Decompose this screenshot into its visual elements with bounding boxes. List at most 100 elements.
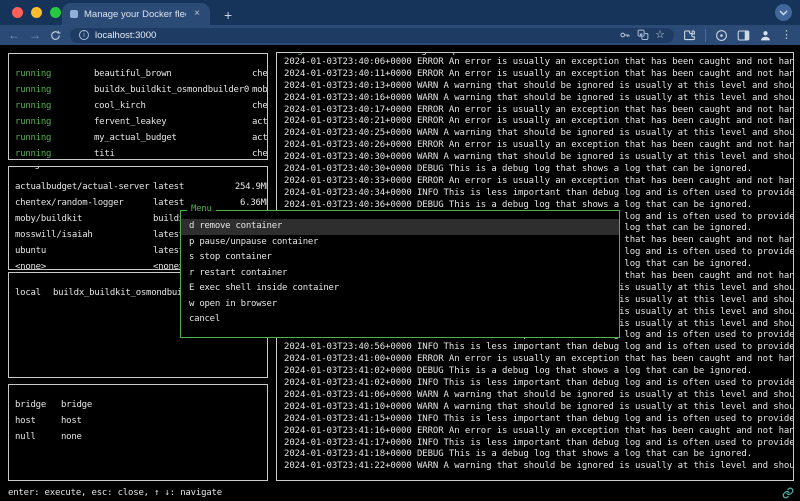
log-line: 2024-01-03T23:41:00+0000 ERROR An error … [284, 354, 793, 366]
log-line: 2024-01-03T23:40:11+0000 ERROR An error … [284, 69, 793, 81]
network-name: null [15, 432, 61, 442]
networks-panel: Networks bridgebridgehosthostnullnone [8, 384, 268, 481]
tab-config[interactable]: Config [396, 52, 427, 56]
log-line: 2024-01-03T23:40:26+0000 ERROR An error … [284, 140, 793, 152]
log-line: 2024-01-03T23:41:15+0000 INFO This is le… [284, 414, 793, 426]
image-row[interactable]: actualbudget/actual-serverlatest254.9MB [9, 179, 267, 195]
browser-menu-icon[interactable]: ⋮ [781, 30, 792, 41]
toolbar-divider [705, 29, 706, 42]
container-row[interactable]: runningbeautiful_brownchentex/random-log… [9, 66, 267, 82]
network-row[interactable]: bridgebridge [9, 397, 267, 413]
log-line: 2024-01-03T23:40:25+0000 WARN A warning … [284, 128, 793, 140]
bookmark-star-icon[interactable]: ☆ [655, 30, 665, 41]
tab-strip: Manage your Docker fleet wi × + [0, 0, 800, 25]
volumes-panel-title: Volumes [15, 272, 59, 276]
container-image: chentex/random-logger [252, 69, 267, 79]
container-image: moby/buildkit [252, 85, 267, 95]
extension-badge-icon[interactable] [715, 29, 728, 42]
tab-close-icon[interactable]: × [192, 8, 202, 20]
url-text[interactable]: localhost:3000 [95, 30, 156, 41]
menu-item-pause/unpause[interactable]: p pause/unpause container [181, 235, 619, 251]
container-name: titi [94, 149, 252, 159]
container-status: running [15, 133, 94, 143]
menu-item-remove[interactable]: d remove container [181, 219, 619, 235]
tab-search-button[interactable] [775, 4, 792, 21]
log-line: 2024-01-03T23:40:30+0000 WARN A warning … [284, 152, 793, 164]
log-line: 2024-01-03T23:41:16+0000 ERROR An error … [284, 426, 793, 438]
tab-logs[interactable]: Logs [287, 52, 308, 56]
networks-rows: bridgebridgehosthostnullnone [9, 385, 267, 445]
tab-env[interactable]: Env [365, 52, 381, 56]
log-line: 2024-01-03T23:41:10+0000 WARN A warning … [284, 402, 793, 414]
container-row[interactable]: runningtitichentex/random-logger [9, 146, 267, 160]
network-row[interactable]: hosthost [9, 413, 267, 429]
image-name: ubuntu [15, 246, 153, 256]
network-name: bridge [15, 400, 61, 410]
site-info-icon[interactable]: i [79, 30, 89, 40]
browser-tab[interactable]: Manage your Docker fleet wi × [62, 3, 210, 25]
profile-avatar-icon[interactable] [759, 29, 772, 42]
container-image: actualbudget/actual-server [252, 133, 267, 143]
tab-favicon-icon [70, 10, 78, 18]
log-line: 2024-01-03T23:40:56+0000 INFO This is le… [284, 342, 793, 354]
log-line: 2024-01-03T23:40:30+0000 DEBUG This is a… [284, 164, 793, 176]
reload-button[interactable] [50, 30, 61, 41]
minimize-window-button[interactable] [31, 7, 42, 18]
container-row[interactable]: runningbuildx_buildkit_osmondbuilder0mob… [9, 82, 267, 98]
image-tag: latest [153, 182, 213, 192]
log-line: 2024-01-03T23:40:17+0000 ERROR An error … [284, 105, 793, 117]
container-name: fervent_leakey [94, 117, 252, 127]
forward-button[interactable]: → [29, 29, 41, 41]
close-window-button[interactable] [12, 7, 23, 18]
address-bar[interactable]: i localhost:3000 ☆ [70, 28, 674, 43]
network-row[interactable]: nullnone [9, 429, 267, 445]
logs-panel-tabs: Logs — Stats — Env — Config — Top [283, 52, 462, 56]
image-size: 6.36MB [213, 198, 267, 208]
log-line: 2024-01-03T23:41:22+0000 WARN A warning … [284, 461, 793, 473]
translate-icon[interactable] [637, 29, 649, 41]
log-line: 2024-01-03T23:40:13+0000 WARN A warning … [284, 81, 793, 93]
container-status: running [15, 85, 94, 95]
network-driver: bridge [61, 400, 267, 410]
menu-item-restart[interactable]: r restart container [181, 266, 619, 282]
container-status: running [15, 69, 94, 79]
chevron-down-icon [779, 10, 788, 16]
container-image: chentex/random-logger [252, 101, 267, 111]
container-name: cool_kirch [94, 101, 252, 111]
container-row[interactable]: runningmy_actual_budgetactualbudget/actu… [9, 130, 267, 146]
log-line: 2024-01-03T23:40:06+0000 ERROR An error … [284, 57, 793, 69]
maximize-window-button[interactable] [50, 7, 61, 18]
image-name: moby/buildkit [15, 214, 153, 224]
container-action-menu: Menu d remove containerp pause/unpause c… [180, 210, 620, 338]
container-status: running [15, 117, 94, 127]
back-button[interactable]: ← [8, 29, 20, 41]
log-line: 2024-01-03T23:41:06+0000 WARN A warning … [284, 390, 793, 402]
networks-panel-title: Networks [15, 384, 64, 388]
tab-top[interactable]: Top [442, 52, 458, 56]
log-line: 2024-01-03T23:40:16+0000 WARN A warning … [284, 93, 793, 105]
docker-tui: Containers runningbeautiful_brownchentex… [0, 45, 800, 501]
status-bar: enter: execute, esc: close, ↑ ↓: navigat… [8, 486, 794, 500]
password-key-icon[interactable] [619, 29, 631, 41]
container-row[interactable]: runningfervent_leakeyactualbudget/actual… [9, 114, 267, 130]
window-controls [12, 7, 61, 18]
side-panel-icon[interactable] [737, 29, 750, 42]
container-name: beautiful_brown [94, 69, 252, 79]
menu-item-open[interactable]: w open in browser [181, 297, 619, 313]
image-name: mosswill/isaiah [15, 230, 153, 240]
log-line: 2024-01-03T23:41:17+0000 INFO This is le… [284, 438, 793, 450]
network-driver: none [61, 432, 267, 442]
image-row[interactable]: chentex/random-loggerlatest6.36MB [9, 195, 267, 211]
new-tab-button[interactable]: + [224, 8, 232, 22]
image-name: chentex/random-logger [15, 198, 153, 208]
browser-toolbar: ← → i localhost:3000 ☆ [0, 25, 800, 45]
extensions-puzzle-icon[interactable] [683, 29, 696, 42]
menu-item-cancel[interactable]: cancel [181, 312, 619, 328]
volume-driver: local [15, 288, 53, 298]
menu-item-stop[interactable]: s stop container [181, 250, 619, 266]
tab-stats[interactable]: Stats [323, 52, 349, 56]
menu-item-exec[interactable]: E exec shell inside container [181, 281, 619, 297]
log-line: 2024-01-03T23:41:02+0000 DEBUG This is a… [284, 366, 793, 378]
container-row[interactable]: runningcool_kirchchentex/random-logger [9, 98, 267, 114]
container-image: actualbudget/actual-server [252, 117, 267, 127]
